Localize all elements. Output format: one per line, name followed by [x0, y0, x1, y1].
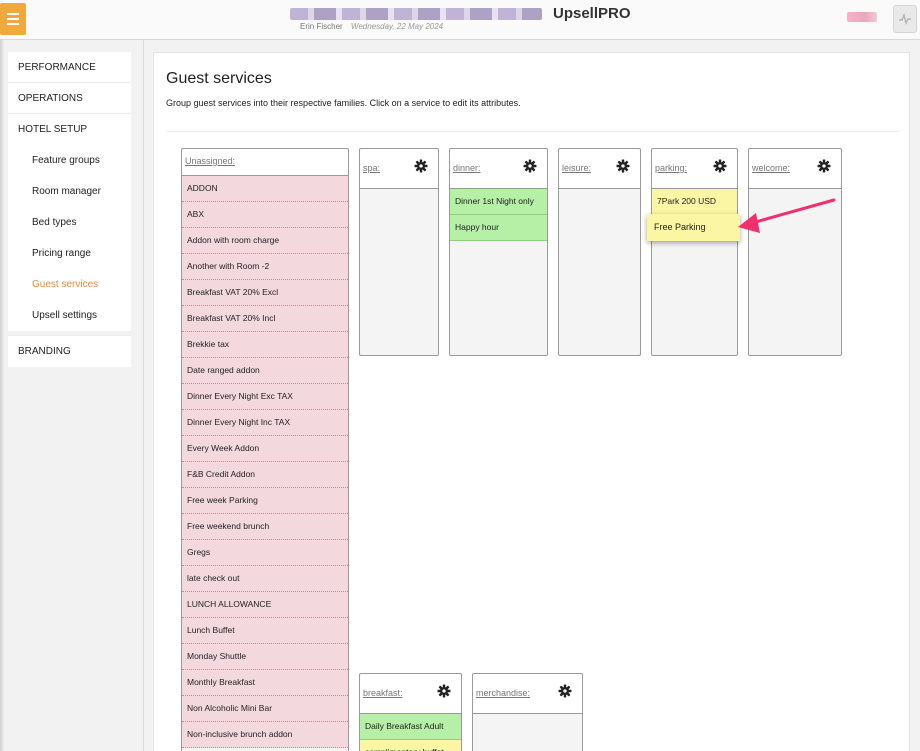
service-item[interactable]: Breakfast VAT 20% Incl	[182, 306, 348, 332]
gear-icon[interactable]	[713, 159, 727, 173]
nav-branding[interactable]: BRANDING	[8, 335, 131, 367]
service-item[interactable]: Another with Room -2	[182, 254, 348, 280]
family-dinner: dinner: Dinner 1st Night only Happy hour	[449, 148, 548, 356]
service-item[interactable]: LUNCH ALLOWANCE	[182, 592, 348, 618]
service-item[interactable]: Monthly Breakfast	[182, 670, 348, 696]
family-name[interactable]: parking:	[655, 163, 687, 173]
service-item[interactable]: 7Park 200 USD	[652, 189, 737, 215]
sidebar-divider	[143, 40, 144, 751]
divider	[166, 131, 900, 132]
window-edge	[0, 40, 4, 751]
sidebar-item-pricing-range[interactable]: Pricing range	[8, 238, 131, 269]
service-item[interactable]: Happy hour	[450, 215, 547, 241]
unassigned-list: ADDON ABX Addon with room charge Another wi…	[182, 176, 348, 748]
gear-icon[interactable]	[414, 159, 428, 173]
service-item[interactable]: Dinner Every Night Inc TAX	[182, 410, 348, 436]
family-welcome: welcome:	[748, 148, 842, 356]
activity-icon	[899, 12, 911, 26]
sidebar-item-guest-services[interactable]: Guest services	[8, 269, 131, 300]
nav-operations[interactable]: OPERATIONS	[8, 83, 131, 114]
page-description: Group guest services into their respecti…	[166, 98, 521, 108]
user-name: Erin Fischer	[300, 22, 343, 31]
family-merchandise: merchandise:	[472, 673, 583, 751]
redacted-badge	[847, 12, 877, 22]
gear-icon[interactable]	[437, 684, 451, 698]
service-item[interactable]: Lunch Buffet	[182, 618, 348, 644]
service-item[interactable]: Date ranged addon	[182, 358, 348, 384]
service-item[interactable]: Dinner Every Night Exc TAX	[182, 384, 348, 410]
sidebar: PERFORMANCE OPERATIONS HOTEL SETUP Featu…	[8, 52, 131, 367]
service-item[interactable]: ADDON	[182, 176, 348, 202]
service-item[interactable]: Non-inclusive brunch addon	[182, 722, 348, 748]
service-item[interactable]: Breakfast VAT 20% Excl	[182, 280, 348, 306]
gear-icon[interactable]	[523, 159, 537, 173]
service-item[interactable]: Every Week Addon	[182, 436, 348, 462]
nav-performance[interactable]: PERFORMANCE	[8, 52, 131, 83]
family-parking: parking: 7Park 200 USD	[651, 148, 738, 356]
service-item[interactable]: ABX	[182, 202, 348, 228]
family-name[interactable]: merchandise:	[476, 688, 530, 698]
service-item[interactable]: Dinner 1st Night only	[450, 189, 547, 215]
gear-icon[interactable]	[558, 684, 572, 698]
brand-name: UpsellPRO	[553, 5, 631, 22]
nav-hotel-setup[interactable]: HOTEL SETUP	[8, 114, 131, 145]
service-item[interactable]: Daily Breakfast Adult	[360, 714, 461, 740]
service-item[interactable]: Monday Shuttle	[182, 644, 348, 670]
family-name[interactable]: welcome:	[752, 163, 790, 173]
service-item[interactable]: Addon with room charge	[182, 228, 348, 254]
sidebar-item-feature-groups[interactable]: Feature groups	[8, 145, 131, 176]
service-item[interactable]: Non Alcoholic Mini Bar	[182, 696, 348, 722]
service-item[interactable]: Free week Parking	[182, 488, 348, 514]
top-bar: UpsellPRO Erin Fischer Wednesday, 22 May…	[0, 0, 920, 40]
family-unassigned: Unassigned: ADDON ABX Addon with room char…	[181, 148, 349, 751]
service-item[interactable]: late check out	[182, 566, 348, 592]
family-spa: spa:	[359, 148, 439, 356]
service-item[interactable]: Brekkie tax	[182, 332, 348, 358]
family-breakfast: breakfast: Daily Breakfast Adult complim…	[359, 673, 462, 751]
page-title: Guest services	[166, 70, 272, 87]
service-item[interactable]: Free weekend brunch	[182, 514, 348, 540]
gear-icon[interactable]	[616, 159, 630, 173]
header-center: UpsellPRO Erin Fischer Wednesday, 22 May…	[0, 0, 920, 40]
service-item[interactable]: Gregs	[182, 540, 348, 566]
family-name[interactable]: breakfast:	[363, 688, 403, 698]
redacted-hotel-name	[290, 8, 542, 20]
user-date-line: Erin Fischer Wednesday, 22 May 2024	[300, 22, 443, 31]
activity-button[interactable]	[893, 5, 917, 33]
gear-icon[interactable]	[817, 159, 831, 173]
annotation-arrow	[738, 198, 836, 233]
service-item[interactable]: complimentary buffet	[360, 740, 461, 751]
family-name[interactable]: spa:	[363, 163, 380, 173]
family-name[interactable]: leisure:	[562, 163, 591, 173]
sidebar-item-room-manager[interactable]: Room manager	[8, 176, 131, 207]
service-item[interactable]: F&B Credit Addon	[182, 462, 348, 488]
family-name: Unassigned:	[185, 156, 236, 166]
dragging-service-item[interactable]: Free Parking	[647, 214, 740, 241]
family-header: Unassigned:	[182, 149, 348, 176]
current-date: Wednesday, 22 May 2024	[350, 22, 444, 31]
sidebar-item-bed-types[interactable]: Bed types	[8, 207, 131, 238]
family-leisure: leisure:	[558, 148, 641, 356]
family-name[interactable]: dinner:	[453, 163, 481, 173]
sidebar-item-upsell-settings[interactable]: Upsell settings	[8, 300, 131, 331]
